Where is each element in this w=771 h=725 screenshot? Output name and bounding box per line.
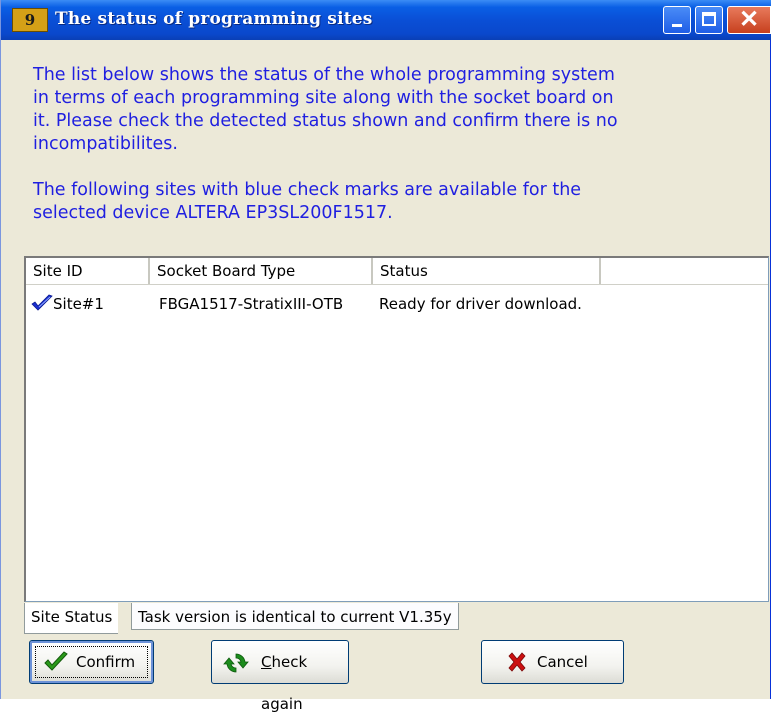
confirm-button[interactable]: Confirm	[29, 640, 154, 684]
table-row[interactable]: Site#1 FBGA1517-StratixIII-OTB Ready for…	[26, 291, 768, 317]
column-header-status[interactable]: Status	[373, 258, 601, 284]
app-icon[interactable]: 9	[12, 8, 48, 32]
confirm-check-icon	[44, 651, 68, 671]
tab-task-version[interactable]: Task version is identical to current V1.…	[131, 603, 459, 630]
site-list[interactable]: Site ID Socket Board Type Status Site#1 …	[24, 256, 769, 602]
cancel-label: Cancel	[537, 653, 588, 671]
cancel-button[interactable]: Cancel	[481, 640, 624, 684]
maximize-button[interactable]	[695, 6, 723, 34]
minimize-button[interactable]	[663, 6, 691, 34]
check-again-label: Check again	[261, 641, 348, 725]
column-header-empty	[601, 258, 769, 284]
cell-socket-board-type: FBGA1517-StratixIII-OTB	[159, 295, 344, 313]
tab-site-status[interactable]: Site Status	[24, 603, 119, 634]
description-paragraph-1: The list below shows the status of the w…	[33, 65, 618, 154]
cancel-x-icon	[508, 652, 526, 672]
close-icon: ✕	[738, 6, 760, 33]
window-title: The status of programming sites	[55, 9, 373, 29]
cell-status: Ready for driver download.	[379, 295, 582, 313]
dialog-window: 9 The status of programming sites ✕ The …	[0, 0, 771, 713]
refresh-icon	[223, 653, 249, 673]
tab-strip: Site Status Task version is identical to…	[24, 603, 769, 634]
description-paragraph-2: The following sites with blue check mark…	[33, 180, 582, 223]
maximize-icon	[702, 12, 716, 26]
column-header-site-id[interactable]: Site ID	[26, 258, 150, 284]
title-bar[interactable]: 9 The status of programming sites ✕	[1, 0, 771, 40]
minimize-icon	[672, 24, 682, 27]
close-button[interactable]: ✕	[727, 6, 771, 34]
column-header-socket-board-type[interactable]: Socket Board Type	[150, 258, 373, 284]
confirm-label: Confirm	[76, 653, 136, 671]
cell-site-id: Site#1	[53, 295, 104, 313]
list-header: Site ID Socket Board Type Status	[26, 258, 768, 285]
check-again-accelerator: C	[261, 653, 272, 671]
check-mark-icon[interactable]	[30, 294, 54, 314]
check-again-button[interactable]: Check again	[211, 640, 349, 713]
